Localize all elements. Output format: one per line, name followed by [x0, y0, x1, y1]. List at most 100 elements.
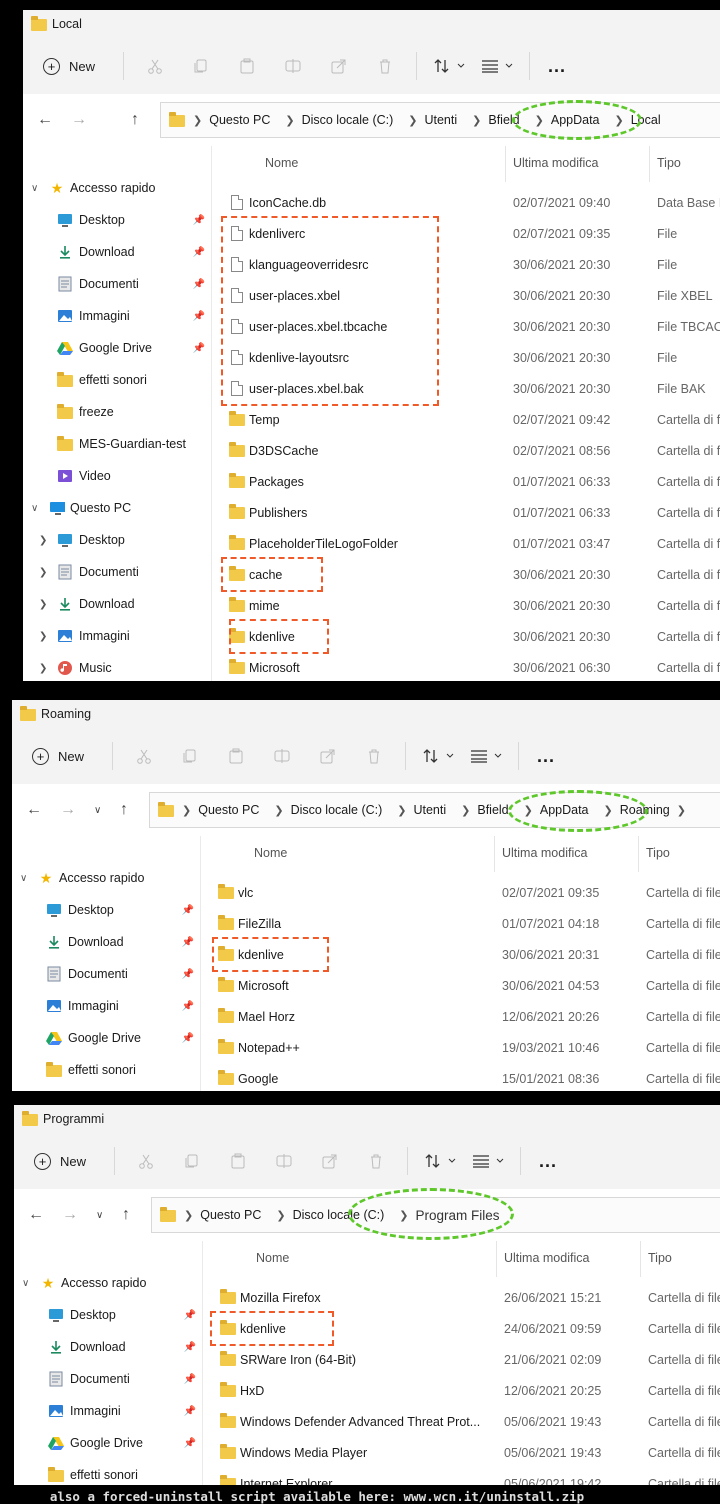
chevron-down-icon[interactable]: ∨: [31, 183, 38, 194]
column-header-name[interactable]: Nome: [254, 846, 287, 860]
file-row[interactable]: cache 30/06/2021 20:30 Cartella di file: [211, 560, 720, 591]
nav-item[interactable]: ❯ Immagini: [23, 620, 211, 652]
file-row[interactable]: Windows Media Player 05/06/2021 19:43 Cart…: [202, 1438, 720, 1469]
breadcrumb[interactable]: ❯ Questo PC ❯ Disco locale (C:) ❯ Utenti ❯ Bfie…: [149, 792, 720, 828]
new-button[interactable]: + New: [34, 1152, 86, 1170]
breadcrumb[interactable]: ❯ Questo PC ❯ Disco locale (C:) ❯ Program Fil…: [151, 1197, 720, 1233]
column-header-modified[interactable]: Ultima modifica: [513, 156, 598, 170]
delete-icon[interactable]: [361, 1146, 391, 1176]
rename-icon[interactable]: [278, 51, 308, 81]
column-header-name[interactable]: Nome: [256, 1251, 289, 1265]
view-icon[interactable]: [472, 1146, 504, 1176]
back-arrow-icon[interactable]: ←: [37, 111, 53, 129]
file-row[interactable]: Mozilla Firefox 26/06/2021 15:21 Cartella …: [202, 1283, 720, 1314]
file-row[interactable]: HxD 12/06/2021 20:25 Cartella di file: [202, 1376, 720, 1407]
breadcrumb-item[interactable]: Disco locale (C:): [302, 113, 394, 127]
rename-icon[interactable]: [267, 741, 297, 771]
file-row[interactable]: D3DSCache 02/07/2021 08:56 Cartella di fil…: [211, 436, 720, 467]
sort-icon[interactable]: [433, 51, 465, 81]
recent-locations-chevron-icon[interactable]: ∨: [96, 1210, 103, 1221]
breadcrumb-item[interactable]: Disco locale (C:): [293, 1208, 385, 1222]
chevron-right-icon[interactable]: ❯: [524, 804, 533, 817]
column-header-modified[interactable]: Ultima modifica: [504, 1251, 589, 1265]
nav-item[interactable]: Download 📌: [23, 236, 211, 268]
chevron-right-icon[interactable]: ❯: [182, 804, 191, 817]
more-options-button[interactable]: ...: [548, 56, 566, 77]
column-header-name[interactable]: Nome: [265, 156, 298, 170]
more-options-button[interactable]: ...: [537, 746, 555, 767]
paste-icon[interactable]: [232, 51, 262, 81]
file-row[interactable]: Microsoft 30/06/2021 04:53 Cartella di fil…: [200, 971, 720, 1002]
breadcrumb-item[interactable]: AppData: [540, 803, 589, 817]
nav-item[interactable]: Documenti 📌: [14, 1363, 202, 1395]
nav-item[interactable]: Desktop 📌: [14, 1299, 202, 1331]
nav-item[interactable]: ∨ Questo PC: [23, 492, 211, 524]
nav-item[interactable]: freeze: [12, 1086, 200, 1091]
forward-arrow-icon[interactable]: →: [71, 111, 87, 129]
back-arrow-icon[interactable]: ←: [28, 1206, 44, 1224]
up-arrow-icon[interactable]: ↑: [131, 111, 139, 129]
file-row[interactable]: Microsoft 30/06/2021 06:30 Cartella di fil…: [211, 653, 720, 681]
chevron-right-icon[interactable]: ❯: [535, 114, 544, 127]
delete-icon[interactable]: [359, 741, 389, 771]
file-row[interactable]: Windows Defender Advanced Threat Prot...…: [202, 1407, 720, 1438]
breadcrumb-item[interactable]: Disco locale (C:): [291, 803, 383, 817]
column-divider[interactable]: [649, 146, 650, 182]
nav-item[interactable]: Immagini 📌: [14, 1395, 202, 1427]
nav-item[interactable]: ❯ Desktop: [23, 524, 211, 556]
nav-item[interactable]: effetti sonori: [23, 364, 211, 396]
file-row[interactable]: klanguageoverridesrc 30/06/2021 20:30 File: [211, 250, 720, 281]
nav-item[interactable]: ∨ ★ Accesso rapido: [14, 1267, 202, 1299]
chevron-right-icon[interactable]: ❯: [397, 804, 406, 817]
nav-item[interactable]: ∨ ★ Accesso rapido: [23, 172, 211, 204]
file-row[interactable]: user-places.xbel.bak 30/06/2021 20:30 File…: [211, 374, 720, 405]
more-options-button[interactable]: ...: [539, 1151, 557, 1172]
column-header-type[interactable]: Tipo: [657, 156, 681, 170]
chevron-right-icon[interactable]: ❯: [472, 114, 481, 127]
chevron-down-icon[interactable]: ∨: [20, 873, 27, 884]
chevron-right-icon[interactable]: ❯: [193, 114, 202, 127]
view-icon[interactable]: [470, 741, 502, 771]
share-icon[interactable]: [315, 1146, 345, 1176]
breadcrumb[interactable]: ❯ Questo PC ❯ Disco locale (C:) ❯ Utenti ❯ Bfie…: [160, 102, 720, 138]
chevron-right-icon[interactable]: ❯: [39, 663, 47, 674]
column-divider[interactable]: [496, 1241, 497, 1277]
paste-icon[interactable]: [223, 1146, 253, 1176]
nav-item[interactable]: Download 📌: [12, 926, 200, 958]
file-row[interactable]: kdenlive-layoutsrc 30/06/2021 20:30 File: [211, 343, 720, 374]
chevron-right-icon[interactable]: ❯: [39, 535, 47, 546]
delete-icon[interactable]: [370, 51, 400, 81]
recent-locations-chevron-icon[interactable]: ∨: [94, 805, 101, 816]
breadcrumb-item[interactable]: Questo PC: [209, 113, 270, 127]
nav-item[interactable]: Download 📌: [14, 1331, 202, 1363]
cut-icon[interactable]: [129, 741, 159, 771]
nav-item[interactable]: Video: [23, 460, 211, 492]
column-divider[interactable]: [494, 836, 495, 872]
column-header-modified[interactable]: Ultima modifica: [502, 846, 587, 860]
nav-item[interactable]: Documenti 📌: [12, 958, 200, 990]
nav-item[interactable]: Desktop 📌: [12, 894, 200, 926]
share-icon[interactable]: [324, 51, 354, 81]
nav-item[interactable]: effetti sonori: [14, 1459, 202, 1485]
nav-item[interactable]: ❯ Documenti: [23, 556, 211, 588]
sort-icon[interactable]: [424, 1146, 456, 1176]
breadcrumb-item[interactable]: Questo PC: [198, 803, 259, 817]
copy-icon[interactable]: [177, 1146, 207, 1176]
chevron-right-icon[interactable]: ❯: [604, 804, 613, 817]
chevron-right-icon[interactable]: ❯: [184, 1209, 193, 1222]
chevron-right-icon[interactable]: ❯: [274, 804, 283, 817]
new-button[interactable]: + New: [32, 747, 84, 765]
copy-icon[interactable]: [175, 741, 205, 771]
sort-icon[interactable]: [422, 741, 454, 771]
file-row[interactable]: IconCache.db 02/07/2021 09:40 Data Base Fi…: [211, 188, 720, 219]
file-row[interactable]: mime 30/06/2021 20:30 Cartella di file: [211, 591, 720, 622]
chevron-down-icon[interactable]: ∨: [22, 1278, 29, 1289]
column-divider[interactable]: [640, 1241, 641, 1277]
column-divider[interactable]: [638, 836, 639, 872]
chevron-right-icon[interactable]: ❯: [399, 1209, 408, 1222]
chevron-right-icon[interactable]: ❯: [461, 804, 470, 817]
file-row[interactable]: Publishers 01/07/2021 06:33 Cartella di fi…: [211, 498, 720, 529]
file-row[interactable]: SRWare Iron (64-Bit) 21/06/2021 02:09 Cart…: [202, 1345, 720, 1376]
file-row[interactable]: Google 15/01/2021 08:36 Cartella di file: [200, 1064, 720, 1091]
file-row[interactable]: Packages 01/07/2021 06:33 Cartella di file: [211, 467, 720, 498]
